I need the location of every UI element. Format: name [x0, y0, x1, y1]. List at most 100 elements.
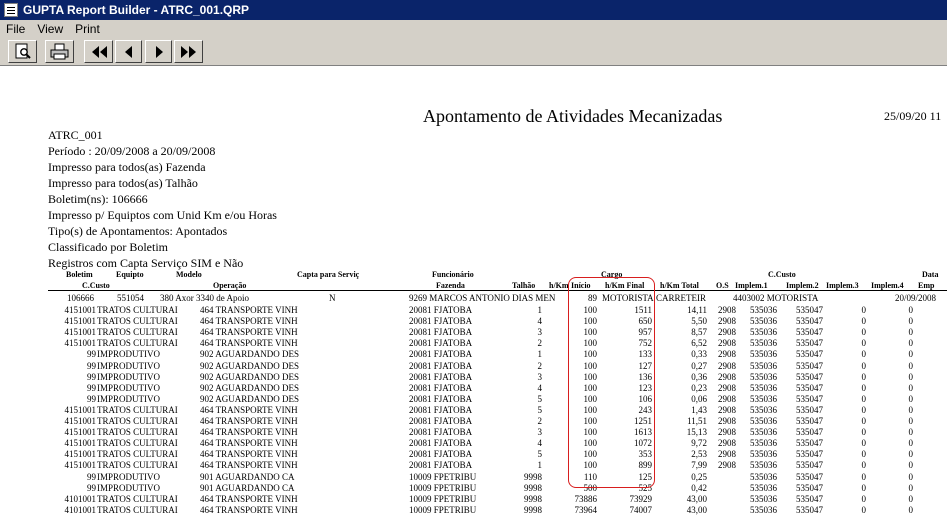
row-talhao: 1	[537, 305, 543, 315]
row-operacao: 464 TRANSPORTE VINH	[200, 305, 298, 315]
row-os: 2908	[718, 427, 736, 438]
row-op-desc: IMPRODUTIVO	[97, 393, 160, 404]
boletim-number: 106666	[67, 293, 94, 303]
previous-page-button[interactable]	[115, 40, 142, 63]
row-implem4: 0	[908, 449, 914, 460]
print-button[interactable]	[45, 40, 74, 63]
boletim-data: 20/09/2008	[895, 293, 937, 303]
row-fazenda: 10009 FPETRIBU	[409, 504, 477, 515]
row-operacao: 902 AGUARDANDO DES	[200, 360, 300, 371]
row-fazenda: 20081 FJATOBA	[409, 393, 473, 404]
row-implem4: 0	[908, 493, 914, 504]
header-line: ATRC_001	[48, 128, 103, 142]
window-titlebar: GUPTA Report Builder - ATRC_001.QRP	[0, 0, 947, 20]
col-fazenda: Fazenda	[436, 281, 465, 290]
row-implem1: 535036	[750, 305, 777, 315]
row-ccusto: 99	[87, 349, 96, 360]
row-total: 1,43	[691, 404, 707, 415]
row-fazenda: 20081 FJATOBA	[409, 371, 473, 382]
row-op-desc: TRATOS CULTURAI	[97, 504, 178, 515]
row-total: 11,51	[687, 416, 707, 426]
row-ccusto: 99	[87, 482, 96, 493]
col-implem1: Implem.1	[735, 281, 768, 290]
row-implem1: 535036	[750, 471, 777, 482]
row-fazenda: 20081 FJATOBA	[409, 382, 473, 393]
row-implem4: 0	[908, 393, 914, 404]
first-page-button[interactable]	[84, 40, 113, 63]
row-fazenda: 20081 FJATOBA	[409, 360, 473, 371]
print-preview-button[interactable]	[8, 40, 37, 63]
row-talhao: 1	[537, 349, 543, 360]
col-hkm: h/Km	[549, 281, 569, 290]
header-line: Registros com Capta Serviço SIM e Não	[48, 256, 244, 270]
row-op-desc: IMPRODUTIVO	[97, 382, 160, 393]
row-implem1: 535036	[750, 327, 777, 338]
row-ccusto: 99	[87, 393, 96, 404]
header-line: Impresso para todos(as) Talhão	[48, 176, 198, 190]
row-talhao: 9998	[524, 482, 542, 493]
row-total: 43,00	[686, 504, 707, 515]
row-op-desc: TRATOS CULTURAI	[97, 460, 178, 471]
row-os: 2908	[718, 305, 736, 315]
row-operacao: 902 AGUARDANDO DES	[200, 393, 300, 404]
row-op-desc: TRATOS CULTURAI	[97, 449, 178, 460]
row-implem4: 0	[908, 316, 914, 327]
row-talhao: 4	[537, 438, 543, 449]
report-page: Apontamento de Atividades Mecanizadas 2 5…	[0, 67, 947, 517]
row-implem1: 535036	[750, 393, 777, 404]
row-operacao: 902 AGUARDANDO DES	[200, 371, 300, 382]
row-ccusto: 4101001	[64, 493, 97, 504]
preview-icon	[15, 43, 31, 59]
row-op-desc: TRATOS CULTURAI	[97, 327, 178, 338]
row-ccusto: 99	[87, 382, 96, 393]
row-implem4: 0	[908, 427, 914, 438]
col-equipto: Equipto	[116, 270, 144, 279]
row-operacao: 464 TRANSPORTE VINH	[200, 449, 298, 460]
row-os: 2908	[718, 404, 736, 415]
row-talhao: 9998	[524, 493, 542, 504]
menu-print[interactable]: Print	[69, 22, 106, 36]
row-op-desc: IMPRODUTIVO	[97, 482, 160, 493]
row-total: 6,52	[691, 338, 707, 349]
row-ccusto: 4151001	[64, 327, 97, 338]
row-fazenda: 20081 FJATOBA	[409, 305, 473, 315]
row-fazenda: 20081 FJATOBA	[409, 316, 473, 327]
row-operacao: 464 TRANSPORTE VINH	[200, 504, 298, 515]
row-total: 0,06	[691, 393, 707, 404]
menu-view[interactable]: View	[31, 22, 69, 36]
row-op-desc: TRATOS CULTURAI	[97, 493, 178, 504]
row-talhao: 9998	[524, 504, 542, 515]
row-implem1: 535036	[750, 382, 777, 393]
row-total: 0,33	[691, 349, 707, 360]
row-implem1: 535036	[750, 360, 777, 371]
next-page-button[interactable]	[145, 40, 172, 63]
row-fazenda: 20081 FJATOBA	[409, 327, 473, 338]
row-ccusto: 4151001	[64, 427, 97, 438]
row-operacao: 901 AGUARDANDO CA	[200, 482, 295, 493]
report-title: Apontamento de Atividades Mecanizadas	[423, 106, 723, 126]
row-inicio: 73964	[574, 504, 598, 515]
row-implem4: 0	[908, 349, 914, 360]
header-line: Boletim(ns): 106666	[48, 192, 148, 206]
row-implem1: 535036	[750, 427, 777, 438]
row-talhao: 2	[537, 338, 543, 349]
row-ccusto: 4151001	[64, 416, 97, 426]
row-os: 2908	[718, 327, 736, 338]
row-total: 2,53	[691, 449, 707, 460]
row-fazenda: 20081 FJATOBA	[409, 438, 473, 449]
row-op-desc: IMPRODUTIVO	[97, 360, 160, 371]
row-ccusto: 4151001	[64, 449, 97, 460]
row-total: 15,13	[686, 427, 707, 438]
row-op-desc: IMPRODUTIVO	[97, 371, 160, 382]
row-implem1: 535036	[750, 482, 777, 493]
row-implem4: 0	[908, 404, 914, 415]
menu-file[interactable]: File	[0, 22, 31, 36]
row-operacao: 464 TRANSPORTE VINH	[200, 427, 298, 438]
row-op-desc: TRATOS CULTURAI	[97, 427, 178, 438]
row-fazenda: 20081 FJATOBA	[409, 404, 473, 415]
row-implem4: 0	[908, 338, 914, 349]
last-page-button[interactable]	[174, 40, 203, 63]
row-talhao: 5	[537, 404, 543, 415]
next-page-icon	[155, 45, 163, 58]
col-implem2: Implem.2	[786, 281, 819, 290]
